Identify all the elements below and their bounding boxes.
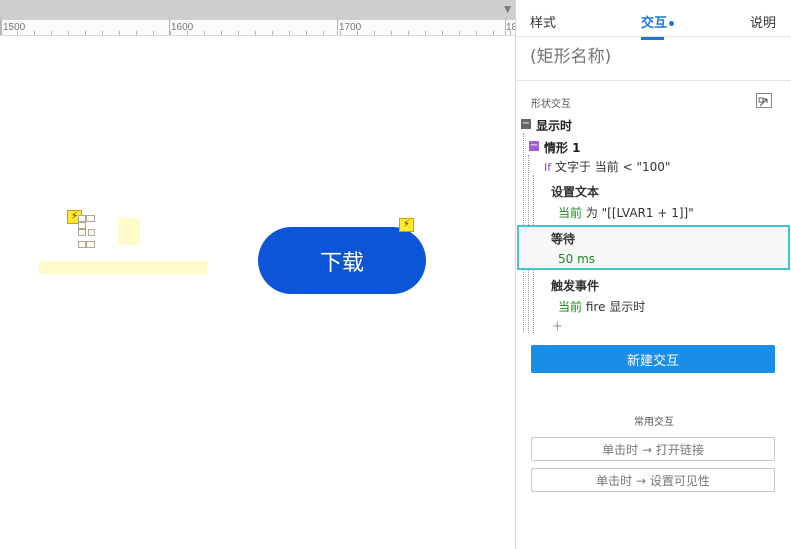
horizontal-ruler: 1500 1600 1700 18	[0, 19, 515, 36]
ruler-tick	[204, 31, 205, 35]
ruler-tick	[51, 31, 52, 35]
event-label[interactable]: 显示时	[536, 117, 572, 134]
collapse-icon[interactable]	[756, 93, 772, 108]
active-tab-underline	[641, 37, 665, 40]
ruler-major-tick	[169, 19, 170, 35]
collapse-case-icon[interactable]: −	[529, 141, 539, 151]
ruler-tick	[289, 31, 290, 35]
ruler-tick	[238, 31, 239, 35]
ruler-tick	[340, 31, 341, 35]
action-title[interactable]: 设置文本	[551, 183, 599, 200]
ruler-tick	[459, 31, 460, 35]
ruler-major-tick	[1, 19, 2, 35]
action-detail[interactable]: 当前 fire 显示时	[558, 298, 645, 315]
selection-handle[interactable]	[86, 241, 95, 248]
unsaved-dot-icon	[669, 21, 675, 26]
tab-notes[interactable]: 说明	[750, 12, 776, 31]
ruler-tick	[408, 31, 409, 35]
selection-handle[interactable]	[78, 241, 86, 248]
ruler-tick	[17, 31, 18, 35]
ruler-tick	[323, 31, 324, 35]
selection-handle[interactable]	[78, 229, 86, 236]
ruler-tick	[442, 31, 443, 35]
ruler-tick	[187, 31, 188, 35]
ruler-tick	[391, 31, 392, 35]
ruler-tick	[68, 31, 69, 35]
action-title[interactable]: 等待	[551, 230, 575, 247]
action-target: 50 ms	[558, 252, 596, 266]
new-interaction-button[interactable]: 新建交互	[531, 345, 775, 373]
ruler-tick	[102, 31, 103, 35]
ruler-tick	[119, 31, 120, 35]
selection-handle[interactable]	[86, 215, 95, 222]
ruler-tick	[170, 31, 171, 35]
condition-text: 文字于 当前 < "100"	[554, 160, 671, 174]
hidden-rectangle[interactable]	[118, 218, 140, 245]
case-label[interactable]: 情形 1	[544, 139, 581, 156]
download-button-label: 下载	[319, 250, 364, 276]
ruler-tick	[255, 31, 256, 35]
action-title[interactable]: 触发事件	[551, 277, 599, 294]
download-button[interactable]: 下载	[258, 227, 426, 294]
design-canvas[interactable]: ▼ 1500 1600 1700 18 ⚡ 下载 ⚡	[0, 0, 515, 549]
collapse-event-icon[interactable]: −	[521, 119, 531, 129]
tab-style[interactable]: 样式	[530, 12, 556, 31]
action-description: fire 显示时	[585, 300, 646, 314]
action-description: 为 "[[LVAR1 + 1]]"	[585, 206, 694, 220]
section-title: 形状交互	[531, 99, 571, 110]
ruler-tick	[221, 31, 222, 35]
ruler-tick	[85, 31, 86, 35]
ruler-major-tick	[337, 19, 338, 35]
add-action-icon[interactable]: +	[552, 319, 563, 334]
interaction-bolt-icon[interactable]: ⚡	[399, 218, 414, 232]
ruler-tick	[493, 31, 494, 35]
selection-handle[interactable]	[78, 215, 86, 222]
action-target: 当前	[558, 300, 583, 314]
ruler-tick	[272, 31, 273, 35]
ruler-tick	[510, 31, 511, 35]
hidden-progress-bar[interactable]	[39, 261, 207, 274]
ruler-tick	[136, 31, 137, 35]
condition-keyword: If	[544, 161, 552, 174]
tab-interaction[interactable]: 交互	[641, 12, 675, 40]
selection-handle[interactable]	[88, 229, 95, 236]
inspector-tabs: 样式 交互 说明	[516, 0, 791, 40]
action-target: 当前	[558, 206, 583, 220]
ruler-label: 1500	[3, 22, 26, 33]
action-detail[interactable]: 50 ms	[558, 252, 595, 266]
ruler-tick	[476, 31, 477, 35]
ruler-tick	[306, 31, 307, 35]
common-action-set-visibility[interactable]: 单击时 → 设置可见性	[531, 468, 775, 492]
shape-name-input[interactable]	[530, 47, 775, 67]
action-detail[interactable]: 当前 为 "[[LVAR1 + 1]]"	[558, 204, 694, 221]
divider	[516, 80, 791, 81]
ruler-major-tick	[505, 19, 506, 35]
ruler-tick	[357, 31, 358, 35]
ruler-tick	[374, 31, 375, 35]
ruler-tick	[153, 31, 154, 35]
case-condition[interactable]: If 文字于 当前 < "100"	[544, 158, 670, 175]
ruler-tick	[34, 31, 35, 35]
ruler-tick	[425, 31, 426, 35]
horizontal-scrollbar[interactable]: ▼	[0, 0, 515, 20]
inspector-panel: 样式 交互 说明 形状交互 − 显示时 − 情形 1 If 文字于 当前 < "…	[515, 0, 791, 549]
scroll-down-arrow-icon[interactable]: ▼	[504, 5, 511, 15]
common-interactions-title: 常用交互	[634, 417, 674, 428]
ruler-label: 1600	[171, 22, 194, 33]
common-action-open-link[interactable]: 单击时 → 打开链接	[531, 437, 775, 461]
selection-handle[interactable]	[78, 222, 86, 229]
